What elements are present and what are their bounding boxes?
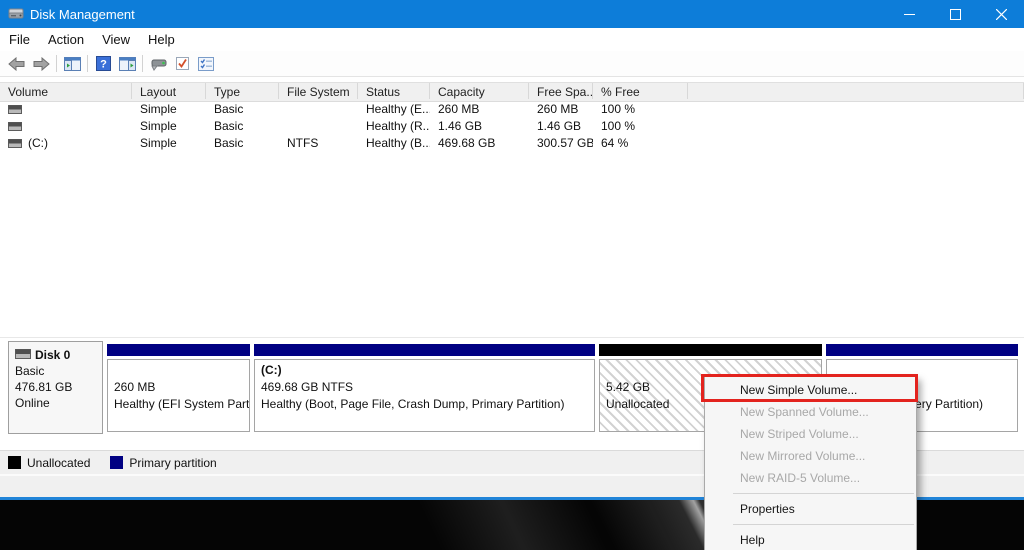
- maximize-icon: [949, 8, 961, 20]
- forward-icon: [33, 56, 50, 71]
- column-header-capacity[interactable]: Capacity: [430, 83, 529, 99]
- forward-button[interactable]: [29, 53, 53, 75]
- menu-item-new-striped-volume: New Striped Volume...: [740, 427, 859, 441]
- partition-efi[interactable]: 260 MB Healthy (EFI System Parti: [107, 344, 250, 434]
- disk-management-app-icon: [8, 7, 24, 21]
- column-header-layout[interactable]: Layout: [132, 83, 206, 99]
- toolbar: ?: [0, 51, 1024, 77]
- window-title: Disk Management: [30, 6, 135, 22]
- toolbar-separator: [56, 55, 57, 72]
- volume-table-header: Volume Layout Type File System Status Ca…: [0, 82, 1024, 102]
- show-console-tree-button[interactable]: [60, 53, 84, 75]
- legend-item-unallocated: Unallocated: [8, 456, 90, 470]
- drive-tool-button[interactable]: [146, 53, 170, 75]
- minimize-icon: [903, 13, 915, 15]
- menu-separator: [733, 524, 914, 525]
- menu-item-new-spanned-volume: New Spanned Volume...: [740, 405, 869, 419]
- svg-text:?: ?: [100, 59, 107, 71]
- volume-list: Volume Layout Type File System Status Ca…: [0, 78, 1024, 337]
- volume-icon: [8, 104, 22, 114]
- partition-color-bar: [107, 344, 250, 356]
- menu-item-properties[interactable]: Properties: [705, 498, 916, 520]
- toolbar-separator: [142, 55, 143, 72]
- menu-item-help[interactable]: Help: [705, 529, 916, 550]
- show-console-tree-icon: [63, 56, 81, 71]
- partition-color-bar: [254, 344, 595, 356]
- back-icon: [8, 56, 25, 71]
- column-header-type[interactable]: Type: [206, 83, 279, 99]
- partition-color-bar: [826, 344, 1018, 356]
- column-header-status[interactable]: Status: [358, 83, 430, 99]
- tasklist-icon: [198, 56, 214, 71]
- checkmark-icon: [175, 57, 189, 70]
- tasklist-button[interactable]: [194, 53, 218, 75]
- toolbar-separator: [87, 55, 88, 72]
- disk-icon: [15, 347, 31, 363]
- close-button[interactable]: [978, 0, 1024, 28]
- screen: Disk Management File Action View Help ? …: [0, 0, 1024, 550]
- menu-help[interactable]: Help: [139, 29, 184, 50]
- partition-c[interactable]: (C:) 469.68 GB NTFS Healthy (Boot, Page …: [254, 344, 595, 434]
- volume-row-c[interactable]: (C:) Simple Basic NTFS Healthy (B... 469…: [0, 134, 1024, 151]
- unallocated-swatch: [8, 456, 21, 469]
- menu-bar: File Action View Help: [0, 28, 1024, 51]
- maximize-button[interactable]: [932, 0, 978, 28]
- disk0-header[interactable]: Disk 0 Basic 476.81 GB Online: [8, 341, 103, 434]
- help-icon: ?: [95, 56, 111, 71]
- menu-separator: [733, 493, 914, 494]
- menu-item-new-raid5-volume: New RAID-5 Volume...: [740, 471, 861, 485]
- disk-status: Online: [15, 396, 50, 410]
- column-header-file-system[interactable]: File System: [279, 83, 358, 99]
- column-header-empty: [688, 83, 1024, 99]
- show-action-pane-button[interactable]: [115, 53, 139, 75]
- help-button[interactable]: ?: [91, 53, 115, 75]
- disk-type: Basic: [15, 364, 45, 378]
- volume-row-recovery[interactable]: Simple Basic Healthy (R... 1.46 GB 1.46 …: [0, 117, 1024, 134]
- primary-partition-swatch: [110, 456, 124, 469]
- show-action-pane-icon: [118, 56, 136, 71]
- menu-file[interactable]: File: [0, 29, 39, 50]
- minimize-button[interactable]: [886, 0, 932, 28]
- column-header-volume[interactable]: Volume: [0, 83, 132, 99]
- drive-tool-icon: [151, 59, 167, 71]
- menu-view[interactable]: View: [93, 29, 139, 50]
- annotation-highlight: [701, 374, 918, 402]
- column-header-free-space[interactable]: Free Spa...: [529, 83, 593, 99]
- volume-row-efi[interactable]: Simple Basic Healthy (E... 260 MB 260 MB…: [0, 100, 1024, 117]
- volume-icon: [8, 121, 22, 131]
- checkmark-button[interactable]: [170, 53, 194, 75]
- legend-item-primary: Primary partition: [110, 456, 217, 470]
- context-menu: New Simple Volume... New Spanned Volume.…: [704, 376, 917, 550]
- volume-icon: [8, 138, 22, 148]
- menu-action[interactable]: Action: [39, 29, 93, 50]
- disk-name: Disk 0: [35, 348, 71, 362]
- column-header-pct-free[interactable]: % Free: [593, 83, 688, 99]
- partition-color-bar: [599, 344, 822, 356]
- back-button[interactable]: [5, 53, 29, 75]
- disk-capacity: 476.81 GB: [15, 380, 73, 394]
- title-bar[interactable]: Disk Management: [0, 0, 1024, 28]
- menu-item-new-mirrored-volume: New Mirrored Volume...: [740, 449, 866, 463]
- close-icon: [995, 8, 1007, 20]
